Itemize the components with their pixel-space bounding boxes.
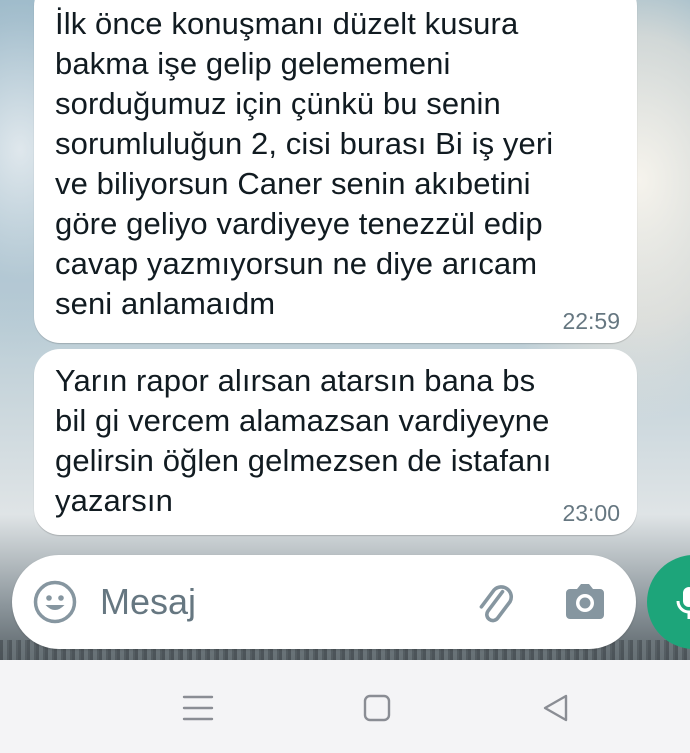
incoming-message-bubble[interactable]: Yarın rapor alırsan atarsın bana bs bil … [34, 349, 637, 535]
message-text: İlk önce konuşmanı düzelt kusura bakma i… [55, 6, 554, 321]
message-timestamp: 23:00 [562, 500, 620, 526]
message-input[interactable] [100, 577, 440, 627]
system-navigation-bar [0, 660, 690, 753]
home-icon[interactable] [360, 692, 394, 726]
camera-icon[interactable] [562, 579, 608, 625]
incoming-message-bubble[interactable]: İlk önce konuşmanı düzelt kusura bakma i… [34, 0, 637, 343]
message-composer [12, 555, 636, 649]
emoji-icon[interactable] [32, 579, 78, 625]
chat-screen: İlk önce konuşmanı düzelt kusura bakma i… [0, 0, 690, 753]
recent-apps-icon[interactable] [181, 692, 215, 726]
message-text: Yarın rapor alırsan atarsın bana bs bil … [55, 363, 552, 518]
message-timestamp: 22:59 [562, 308, 620, 334]
paperclip-icon[interactable] [470, 579, 518, 627]
back-icon[interactable] [540, 692, 574, 726]
